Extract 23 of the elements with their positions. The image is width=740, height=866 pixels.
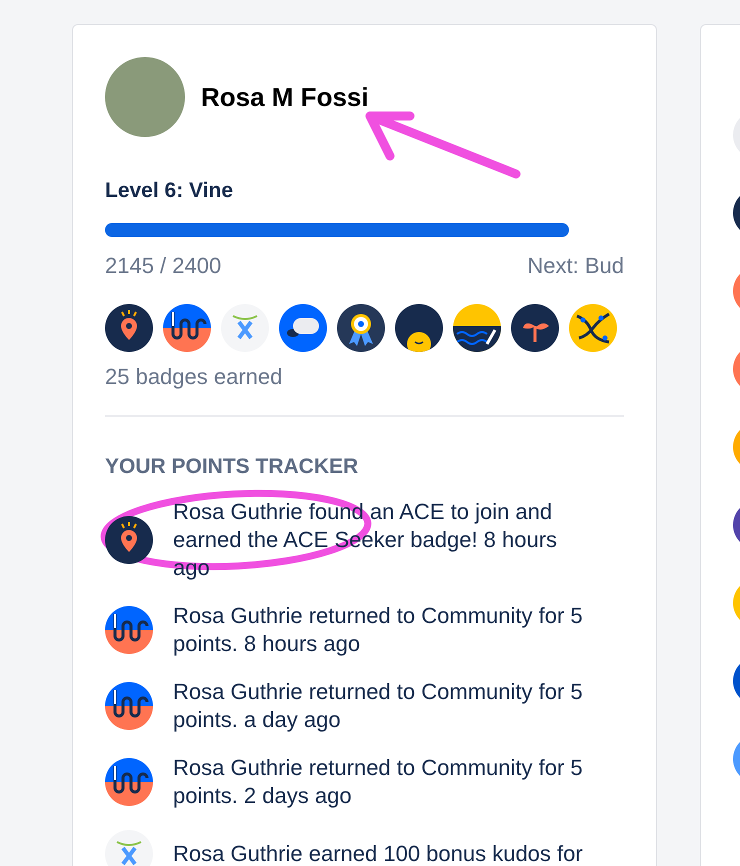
loops-badge-icon <box>105 682 153 730</box>
loops-badge-icon <box>105 758 153 806</box>
points-count: 2145 / 2400 <box>105 252 222 280</box>
figure-badge-icon <box>221 304 269 352</box>
level-title: Level 6: Vine <box>105 178 234 204</box>
loops-badge-icon <box>163 304 211 352</box>
vines-badge-icon <box>569 304 617 352</box>
user-name: Rosa M Fossi <box>201 80 369 114</box>
smiley-badge-icon <box>395 304 443 352</box>
waves-badge-icon <box>453 304 501 352</box>
tracker-title: YOUR POINTS TRACKER <box>105 454 360 480</box>
activity-text: Rosa Guthrie returned to Community for 5 points. 8 hours ago <box>173 602 584 658</box>
map-pin-badge-icon <box>105 304 153 352</box>
activity-text: Rosa Guthrie earned 100 bonus kudos for <box>173 840 584 866</box>
map-pin-badge-icon <box>105 516 153 564</box>
activity-text: Rosa Guthrie returned to Community for 5 points. a day ago <box>173 678 584 734</box>
medal-badge-icon <box>337 304 385 352</box>
activity-text: Rosa Guthrie returned to Community for 5 points. 2 days ago <box>173 754 584 810</box>
badges-count: 25 badges earned <box>105 362 284 391</box>
speech-bubble-badge-icon <box>279 304 327 352</box>
next-level: Next: Bud <box>527 252 624 280</box>
loops-badge-icon <box>105 606 153 654</box>
sprout-badge-icon <box>511 304 559 352</box>
